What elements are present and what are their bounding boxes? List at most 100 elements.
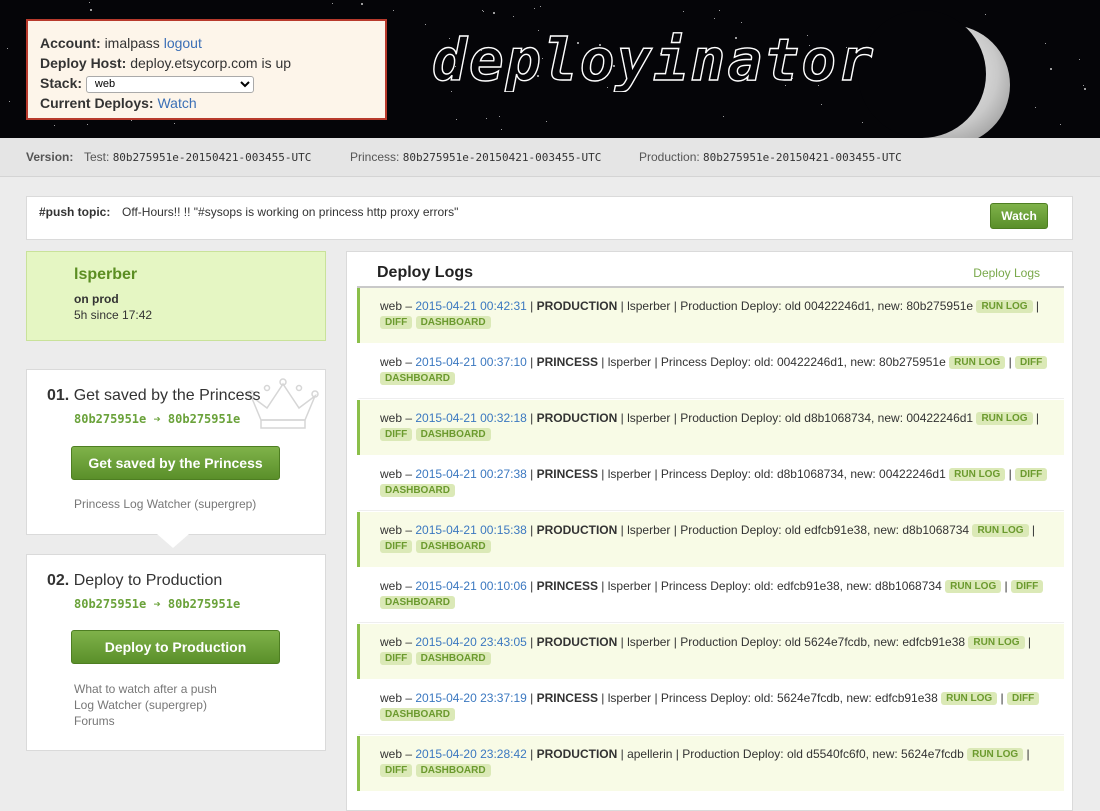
deploy-logs-panel: Deploy Logs Deploy Logs web – 2015-04-21… — [346, 251, 1073, 811]
step-arrow — [157, 534, 189, 548]
dashboard-tag[interactable]: DASHBOARD — [380, 708, 455, 722]
star — [1084, 88, 1086, 90]
header: deployinator Account: imalpass logout De… — [0, 0, 1100, 138]
account-box: Account: imalpass logout Deploy Host: de… — [26, 19, 387, 120]
log-separator: | — [1032, 411, 1040, 425]
diff-tag[interactable]: DIFF — [1015, 356, 1048, 370]
log-timestamp-link[interactable]: 2015-04-21 00:37:10 — [415, 355, 526, 369]
account-label: Account: — [40, 35, 101, 51]
dashboard-tag[interactable]: DASHBOARD — [380, 372, 455, 386]
diff-tag[interactable]: DIFF — [1011, 580, 1044, 594]
log-stack: web – — [380, 691, 413, 705]
logo-text: deployinator — [432, 28, 875, 92]
watch-deploys-link[interactable]: Watch — [157, 95, 196, 111]
deploys-line: Current Deploys: Watch — [40, 93, 373, 113]
log-separator: | — [526, 635, 537, 649]
logout-link[interactable]: logout — [164, 35, 202, 51]
watch-button[interactable]: Watch — [990, 203, 1048, 229]
log-stack: web – — [380, 411, 413, 425]
log-message: | apellerin | Production Deploy: old d55… — [617, 747, 964, 761]
diff-tag[interactable]: DIFF — [380, 540, 413, 554]
current-deployer-name: lsperber — [74, 266, 138, 283]
star — [1035, 107, 1036, 108]
log-separator: | — [1005, 355, 1016, 369]
star — [486, 118, 487, 119]
current-deployer-status: on prod — [74, 292, 119, 306]
log-timestamp-link[interactable]: 2015-04-21 00:10:06 — [415, 579, 526, 593]
log-message: | lsperber | Princess Deploy: old: 00422… — [597, 355, 946, 369]
star — [482, 10, 483, 11]
log-watcher-link[interactable]: Log Watcher (supergrep) — [74, 698, 207, 712]
star — [90, 9, 92, 11]
step-princess: 01. Get saved by the Princess 80b275951e… — [26, 369, 326, 535]
log-separator: | — [1005, 467, 1016, 481]
current-deployer-box: lsperber on prod 5h since 17:42 — [26, 251, 326, 341]
log-timestamp-link[interactable]: 2015-04-21 00:27:38 — [415, 467, 526, 481]
forums-link[interactable]: Forums — [74, 714, 115, 728]
account-user: imalpass — [104, 35, 160, 51]
diff-tag[interactable]: DIFF — [380, 428, 413, 442]
log-timestamp-link[interactable]: 2015-04-21 00:15:38 — [415, 523, 526, 537]
log-timestamp-link[interactable]: 2015-04-21 00:32:18 — [415, 411, 526, 425]
log-timestamp-link[interactable]: 2015-04-20 23:28:42 — [415, 747, 526, 761]
diff-tag[interactable]: DIFF — [1007, 692, 1040, 706]
deployinator-logo: deployinator — [431, 28, 875, 92]
princess-log-watcher-link[interactable]: Princess Log Watcher (supergrep) — [74, 497, 256, 511]
log-separator: | — [526, 747, 537, 761]
step-1-title: 01. Get saved by the Princess — [47, 387, 260, 405]
star — [1079, 59, 1080, 60]
deploy-to-production-button[interactable]: Deploy to Production — [71, 630, 280, 664]
deploy-log-row: web – 2015-04-21 00:10:06 | PRINCESS | l… — [357, 568, 1064, 623]
diff-tag[interactable]: DIFF — [380, 764, 413, 778]
log-timestamp-link[interactable]: 2015-04-20 23:43:05 — [415, 635, 526, 649]
run-log-tag[interactable]: RUN LOG — [976, 412, 1033, 426]
version-test-value: 80b275951e-20150421-003455-UTC — [112, 151, 312, 164]
star — [131, 120, 132, 121]
stack-select[interactable]: web — [85, 75, 254, 93]
log-message: | lsperber | Princess Deploy: old: d8b10… — [597, 467, 946, 481]
star — [985, 14, 986, 15]
dashboard-tag[interactable]: DASHBOARD — [415, 540, 491, 554]
push-topic-label: #push topic: — [39, 205, 111, 219]
log-stage: PRINCESS — [536, 355, 598, 369]
run-log-tag[interactable]: RUN LOG — [968, 636, 1025, 650]
star — [456, 119, 457, 120]
what-to-watch-link[interactable]: What to watch after a push — [74, 682, 217, 696]
dashboard-tag[interactable]: DASHBOARD — [415, 764, 491, 778]
run-log-tag[interactable]: RUN LOG — [972, 524, 1029, 538]
run-log-tag[interactable]: RUN LOG — [949, 356, 1006, 370]
star — [174, 123, 175, 124]
log-separator: | — [1028, 523, 1035, 537]
run-log-tag[interactable]: RUN LOG — [945, 580, 1002, 594]
diff-tag[interactable]: DIFF — [1015, 468, 1048, 482]
log-stack: web – — [380, 523, 413, 537]
dashboard-tag[interactable]: DASHBOARD — [415, 316, 491, 330]
dashboard-tag[interactable]: DASHBOARD — [380, 484, 455, 498]
log-separator: | — [526, 299, 537, 313]
log-stage: PRODUCTION — [536, 747, 618, 761]
dashboard-tag[interactable]: DASHBOARD — [415, 652, 491, 666]
deploys-label: Current Deploys: — [40, 95, 154, 111]
run-log-tag[interactable]: RUN LOG — [941, 692, 998, 706]
deploy-log-row: web – 2015-04-21 00:27:38 | PRINCESS | l… — [357, 456, 1064, 511]
run-log-tag[interactable]: RUN LOG — [976, 300, 1033, 314]
run-log-tag[interactable]: RUN LOG — [949, 468, 1006, 482]
step-2-label: Deploy to Production — [73, 572, 223, 589]
diff-tag[interactable]: DIFF — [380, 316, 413, 330]
log-separator: | — [1001, 579, 1012, 593]
star — [393, 10, 394, 11]
step-1-hash: 80b275951e ➔ 80b275951e — [74, 412, 241, 426]
stack-line: Stack: web — [40, 73, 373, 93]
log-stage: PRINCESS — [536, 691, 598, 705]
step-2-number: 02. — [47, 572, 70, 589]
diff-tag[interactable]: DIFF — [380, 652, 413, 666]
run-log-tag[interactable]: RUN LOG — [967, 748, 1024, 762]
star — [89, 2, 90, 3]
log-timestamp-link[interactable]: 2015-04-21 00:42:31 — [415, 299, 526, 313]
log-timestamp-link[interactable]: 2015-04-20 23:37:19 — [415, 691, 526, 705]
dashboard-tag[interactable]: DASHBOARD — [415, 428, 491, 442]
get-saved-by-princess-button[interactable]: Get saved by the Princess — [71, 446, 280, 480]
log-message: | lsperber | Production Deploy: old 5624… — [617, 635, 966, 649]
dashboard-tag[interactable]: DASHBOARD — [380, 596, 455, 610]
deploy-logs-link[interactable]: Deploy Logs — [973, 266, 1040, 280]
